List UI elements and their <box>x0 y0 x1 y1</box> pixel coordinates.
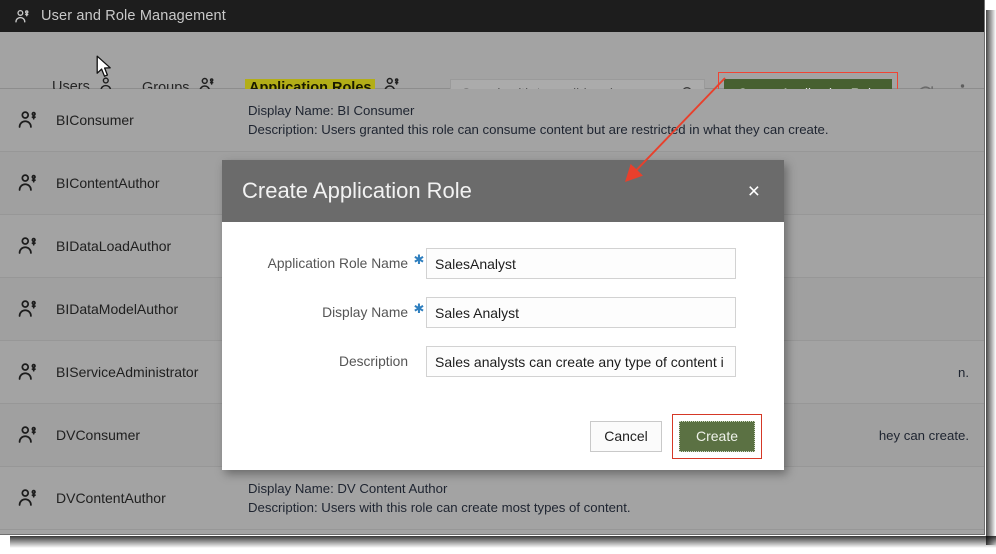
role-name: BIDataLoadAuthor <box>56 238 172 254</box>
create-application-role-dialog: Create Application Role × Application Ro… <box>222 160 784 470</box>
window-title: User and Role Management <box>41 8 226 24</box>
role-description: Description: Users granted this role can… <box>248 122 829 137</box>
title-bar: User and Role Management <box>0 0 984 32</box>
role-display-name: Display Name: DV Content Author <box>248 481 448 496</box>
application-window: User and Role Management Users Groups Ap… <box>0 0 996 554</box>
users-icon <box>0 298 56 320</box>
role-name: DVContentAuthor <box>56 490 166 506</box>
create-button-annotation-box: Create <box>672 413 762 459</box>
users-icon <box>0 109 56 131</box>
role-name: BIDataModelAuthor <box>56 301 179 317</box>
field-input[interactable] <box>426 346 736 377</box>
dialog-form: Application Role Name ✱ Display Name ✱ Descr… <box>222 222 784 377</box>
users-icon <box>0 235 56 257</box>
field-label: Application Role Name <box>267 256 408 271</box>
cancel-button[interactable]: Cancel <box>590 420 662 452</box>
form-row: Display Name ✱ <box>244 297 736 328</box>
window-frame: User and Role Management Users Groups Ap… <box>0 0 985 535</box>
create-button[interactable]: Create <box>679 420 755 452</box>
role-detail: Display Name: DV Content Author Descripti… <box>248 479 984 517</box>
role-detail: Display Name: BI Consumer Description: Us… <box>248 101 984 139</box>
users-icon <box>0 424 56 446</box>
users-icon <box>0 487 56 509</box>
role-name: DVConsumer <box>56 427 141 443</box>
role-name: BIContentAuthor <box>56 175 160 191</box>
close-icon[interactable]: × <box>742 179 766 204</box>
table-row[interactable]: BIConsumer Display Name: BI Consumer Descr… <box>0 89 984 152</box>
form-row: Description <box>244 346 736 377</box>
required-asterisk-icon: ✱ <box>413 252 425 267</box>
dialog-header: Create Application Role × <box>222 160 784 222</box>
field-input[interactable] <box>426 297 736 328</box>
form-row: Application Role Name ✱ <box>244 248 736 279</box>
users-icon <box>0 172 56 194</box>
dialog-title: Create Application Role <box>242 178 472 203</box>
role-name: BIServiceAdministrator <box>56 364 199 380</box>
required-asterisk-icon: ✱ <box>413 301 425 316</box>
field-label: Description <box>338 354 408 369</box>
role-display-name: Display Name: BI Consumer <box>248 103 415 118</box>
users-icon <box>14 8 31 25</box>
window-shadow-bottom <box>10 536 996 548</box>
role-name: BIConsumer <box>56 112 134 128</box>
toolbar: Users Groups Application Roles <box>0 32 984 114</box>
window-shadow-right <box>986 10 996 545</box>
users-icon <box>0 361 56 383</box>
role-description: Description: Users with this role can cr… <box>248 500 631 515</box>
table-row[interactable]: DVContentAuthor Display Name: DV Content … <box>0 467 984 530</box>
dialog-footer: Cancel Create <box>222 402 784 470</box>
field-input[interactable] <box>426 248 736 279</box>
field-label: Display Name <box>322 305 408 320</box>
